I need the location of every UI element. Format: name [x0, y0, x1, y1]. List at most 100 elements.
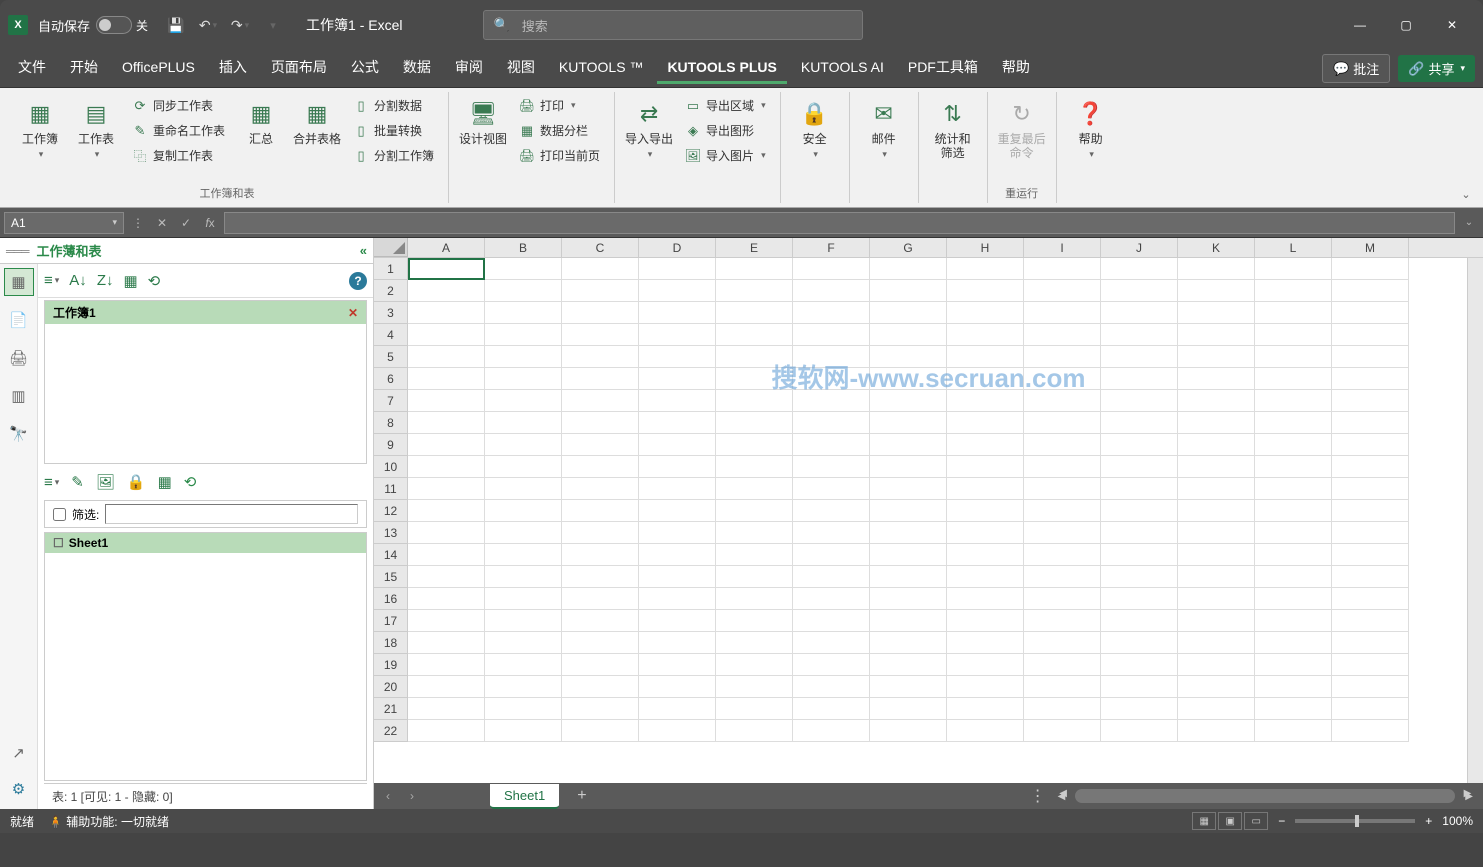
sheet-list[interactable]: ☐ Sheet1 — [44, 532, 367, 781]
column-header[interactable]: L — [1255, 238, 1332, 257]
cell[interactable] — [716, 566, 793, 588]
cell[interactable] — [793, 302, 870, 324]
cell[interactable] — [639, 258, 716, 280]
sheet-nav-next[interactable]: › — [402, 789, 422, 803]
cell[interactable] — [485, 720, 562, 742]
column-header[interactable]: C — [562, 238, 639, 257]
cell[interactable] — [947, 346, 1024, 368]
cell[interactable] — [1024, 698, 1101, 720]
cell[interactable] — [793, 566, 870, 588]
cell[interactable] — [408, 346, 485, 368]
cell[interactable] — [408, 412, 485, 434]
minimize-button[interactable]: ― — [1337, 10, 1383, 40]
cell[interactable] — [1024, 522, 1101, 544]
cell[interactable] — [870, 478, 947, 500]
column-header[interactable]: M — [1332, 238, 1409, 257]
cell[interactable] — [1024, 566, 1101, 588]
column-header[interactable]: H — [947, 238, 1024, 257]
cell[interactable] — [1178, 588, 1255, 610]
cell[interactable] — [1178, 390, 1255, 412]
cell[interactable] — [1178, 610, 1255, 632]
panel-sort-desc-button[interactable]: Z↓ — [97, 272, 114, 289]
cell[interactable] — [562, 456, 639, 478]
cell[interactable] — [716, 456, 793, 478]
tab-formula[interactable]: 公式 — [341, 51, 389, 86]
cell[interactable] — [1332, 588, 1409, 610]
view-layout-button[interactable]: ▣ — [1218, 812, 1242, 830]
cell[interactable] — [793, 412, 870, 434]
cell[interactable] — [1101, 368, 1178, 390]
security-button[interactable]: 🔒安全▾ — [789, 94, 841, 165]
column-header[interactable]: K — [1178, 238, 1255, 257]
cell[interactable] — [793, 522, 870, 544]
cell[interactable] — [1101, 324, 1178, 346]
cell[interactable] — [1178, 368, 1255, 390]
cell[interactable] — [1101, 676, 1178, 698]
cell[interactable] — [793, 478, 870, 500]
cell[interactable] — [1332, 390, 1409, 412]
cell[interactable] — [1024, 632, 1101, 654]
cell[interactable] — [639, 632, 716, 654]
cell[interactable] — [639, 478, 716, 500]
vertical-scrollbar[interactable] — [1467, 258, 1483, 783]
tab-help[interactable]: 帮助 — [992, 51, 1040, 86]
cell[interactable] — [870, 280, 947, 302]
cell[interactable] — [1024, 478, 1101, 500]
cell[interactable] — [1255, 720, 1332, 742]
cell[interactable] — [947, 324, 1024, 346]
panel-tab-workbooks[interactable]: ▦ — [4, 268, 34, 296]
cell[interactable] — [716, 676, 793, 698]
cell[interactable] — [1178, 566, 1255, 588]
cell[interactable] — [1024, 610, 1101, 632]
cell[interactable] — [485, 324, 562, 346]
panel-handle-icon[interactable]: ═══ — [6, 244, 29, 258]
cell[interactable] — [562, 698, 639, 720]
cell[interactable] — [793, 324, 870, 346]
batch-convert-button[interactable]: ▯批量转换 — [347, 119, 440, 142]
panel2-edit-button[interactable]: ✎ — [71, 473, 84, 491]
cell[interactable] — [1332, 676, 1409, 698]
cell[interactable] — [1255, 324, 1332, 346]
cell[interactable] — [485, 522, 562, 544]
cell[interactable] — [716, 324, 793, 346]
cell[interactable] — [1332, 522, 1409, 544]
panel2-align-button[interactable]: ≡▾ — [44, 474, 59, 491]
workbook-list[interactable]: 工作簿1 ✕ — [44, 300, 367, 464]
cell[interactable] — [562, 302, 639, 324]
cell[interactable] — [716, 698, 793, 720]
sync-worksheet-button[interactable]: ⟳同步工作表 — [126, 94, 231, 117]
cell[interactable] — [485, 654, 562, 676]
cell[interactable] — [1024, 412, 1101, 434]
cell[interactable] — [1024, 720, 1101, 742]
cell[interactable] — [1101, 346, 1178, 368]
cell[interactable] — [947, 698, 1024, 720]
cell[interactable] — [1255, 346, 1332, 368]
cell[interactable] — [1178, 544, 1255, 566]
cell[interactable] — [793, 720, 870, 742]
cell[interactable] — [716, 720, 793, 742]
cell[interactable] — [716, 610, 793, 632]
cell[interactable] — [947, 632, 1024, 654]
tab-view[interactable]: 视图 — [497, 51, 545, 86]
cell[interactable] — [947, 368, 1024, 390]
cell[interactable] — [947, 434, 1024, 456]
copy-worksheet-button[interactable]: ⿻复制工作表 — [126, 144, 231, 167]
horizontal-scrollbar[interactable] — [1075, 789, 1455, 803]
comments-button[interactable]: 💬 批注 — [1322, 54, 1390, 83]
sheet-nav-prev[interactable]: ‹ — [378, 789, 398, 803]
column-header[interactable]: D — [639, 238, 716, 257]
accept-formula-button[interactable]: ✓ — [176, 213, 196, 233]
cell[interactable] — [485, 588, 562, 610]
cell[interactable] — [947, 610, 1024, 632]
cell[interactable] — [1255, 302, 1332, 324]
panel-sort-asc-button[interactable]: A↓ — [69, 272, 87, 289]
cell[interactable] — [639, 346, 716, 368]
cell[interactable] — [408, 654, 485, 676]
tab-officeplus[interactable]: OfficePLUS — [112, 53, 205, 84]
cell[interactable] — [1178, 500, 1255, 522]
row-header[interactable]: 4 — [374, 324, 408, 346]
select-all-corner[interactable] — [374, 238, 408, 257]
cell[interactable] — [870, 698, 947, 720]
cell[interactable] — [1178, 280, 1255, 302]
export-shape-button[interactable]: ◈导出图形 — [679, 119, 772, 142]
